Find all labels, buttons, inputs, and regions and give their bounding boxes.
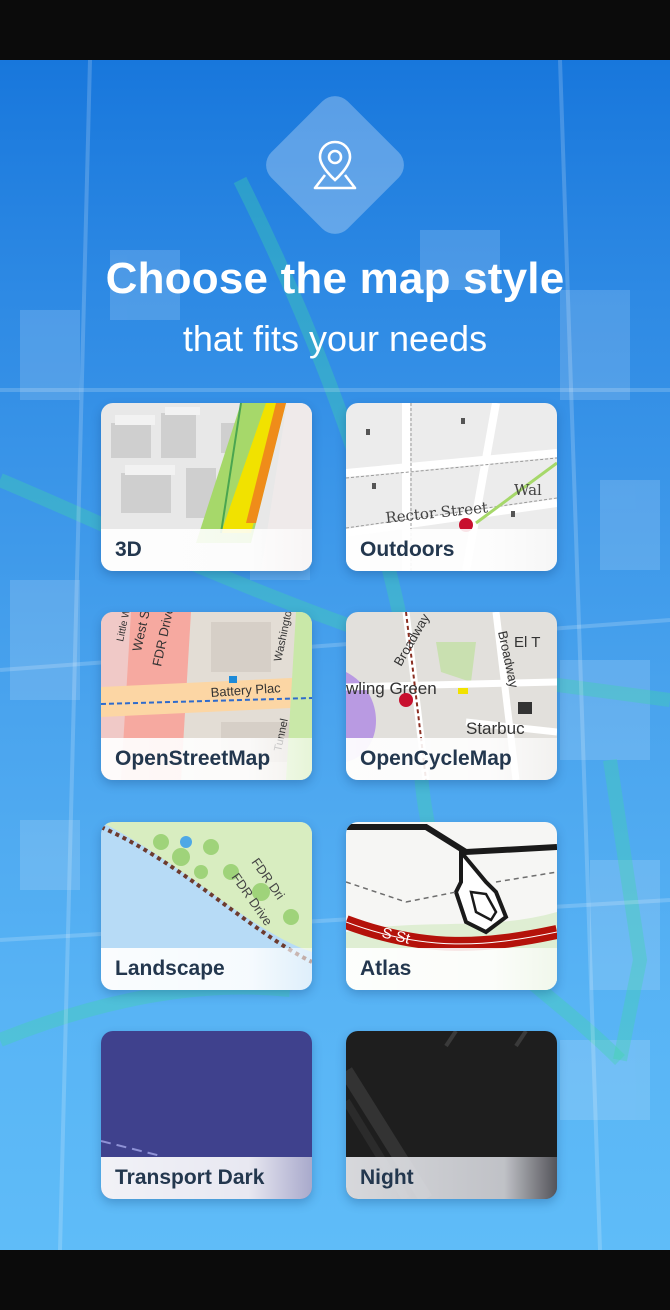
street-label: Wal	[514, 481, 542, 499]
style-label: Night	[346, 1157, 557, 1199]
navigation-bar	[0, 1250, 670, 1310]
map-pin-icon	[313, 140, 357, 190]
style-label: Outdoors	[346, 529, 557, 571]
style-label: Transport Dark	[101, 1157, 312, 1199]
street-label: El T	[514, 634, 540, 651]
street-label: wling Green	[346, 679, 437, 698]
style-card-3d[interactable]: 3D	[101, 403, 312, 571]
style-card-atlas[interactable]: S St Atlas	[346, 822, 557, 990]
style-card-openstreetmap[interactable]: West Street FDR Drive Battery Plac Washi…	[101, 612, 312, 780]
style-card-outdoors[interactable]: Rector Street Wal Outdoors	[346, 403, 557, 571]
style-label: OpenStreetMap	[101, 738, 312, 780]
page-title: Choose the map style	[105, 254, 565, 303]
style-label: Landscape	[101, 948, 312, 990]
style-card-night[interactable]: Night	[346, 1031, 557, 1199]
style-card-transport-dark[interactable]: Transport Dark	[101, 1031, 312, 1199]
map-style-screen: Choose the map style that fits your need…	[0, 60, 670, 1250]
street-label: Starbuc	[466, 719, 525, 738]
style-card-landscape[interactable]: FDR Dri FDR Drive Landscape	[101, 822, 312, 990]
style-label: Atlas	[346, 948, 557, 990]
status-bar	[0, 0, 670, 60]
style-label: 3D	[101, 529, 312, 571]
page-subtitle: that fits your needs	[182, 318, 488, 359]
style-label: OpenCycleMap	[346, 738, 557, 780]
style-card-opencyclemap[interactable]: Broadway wling Green Starbuc El T Broadw…	[346, 612, 557, 780]
